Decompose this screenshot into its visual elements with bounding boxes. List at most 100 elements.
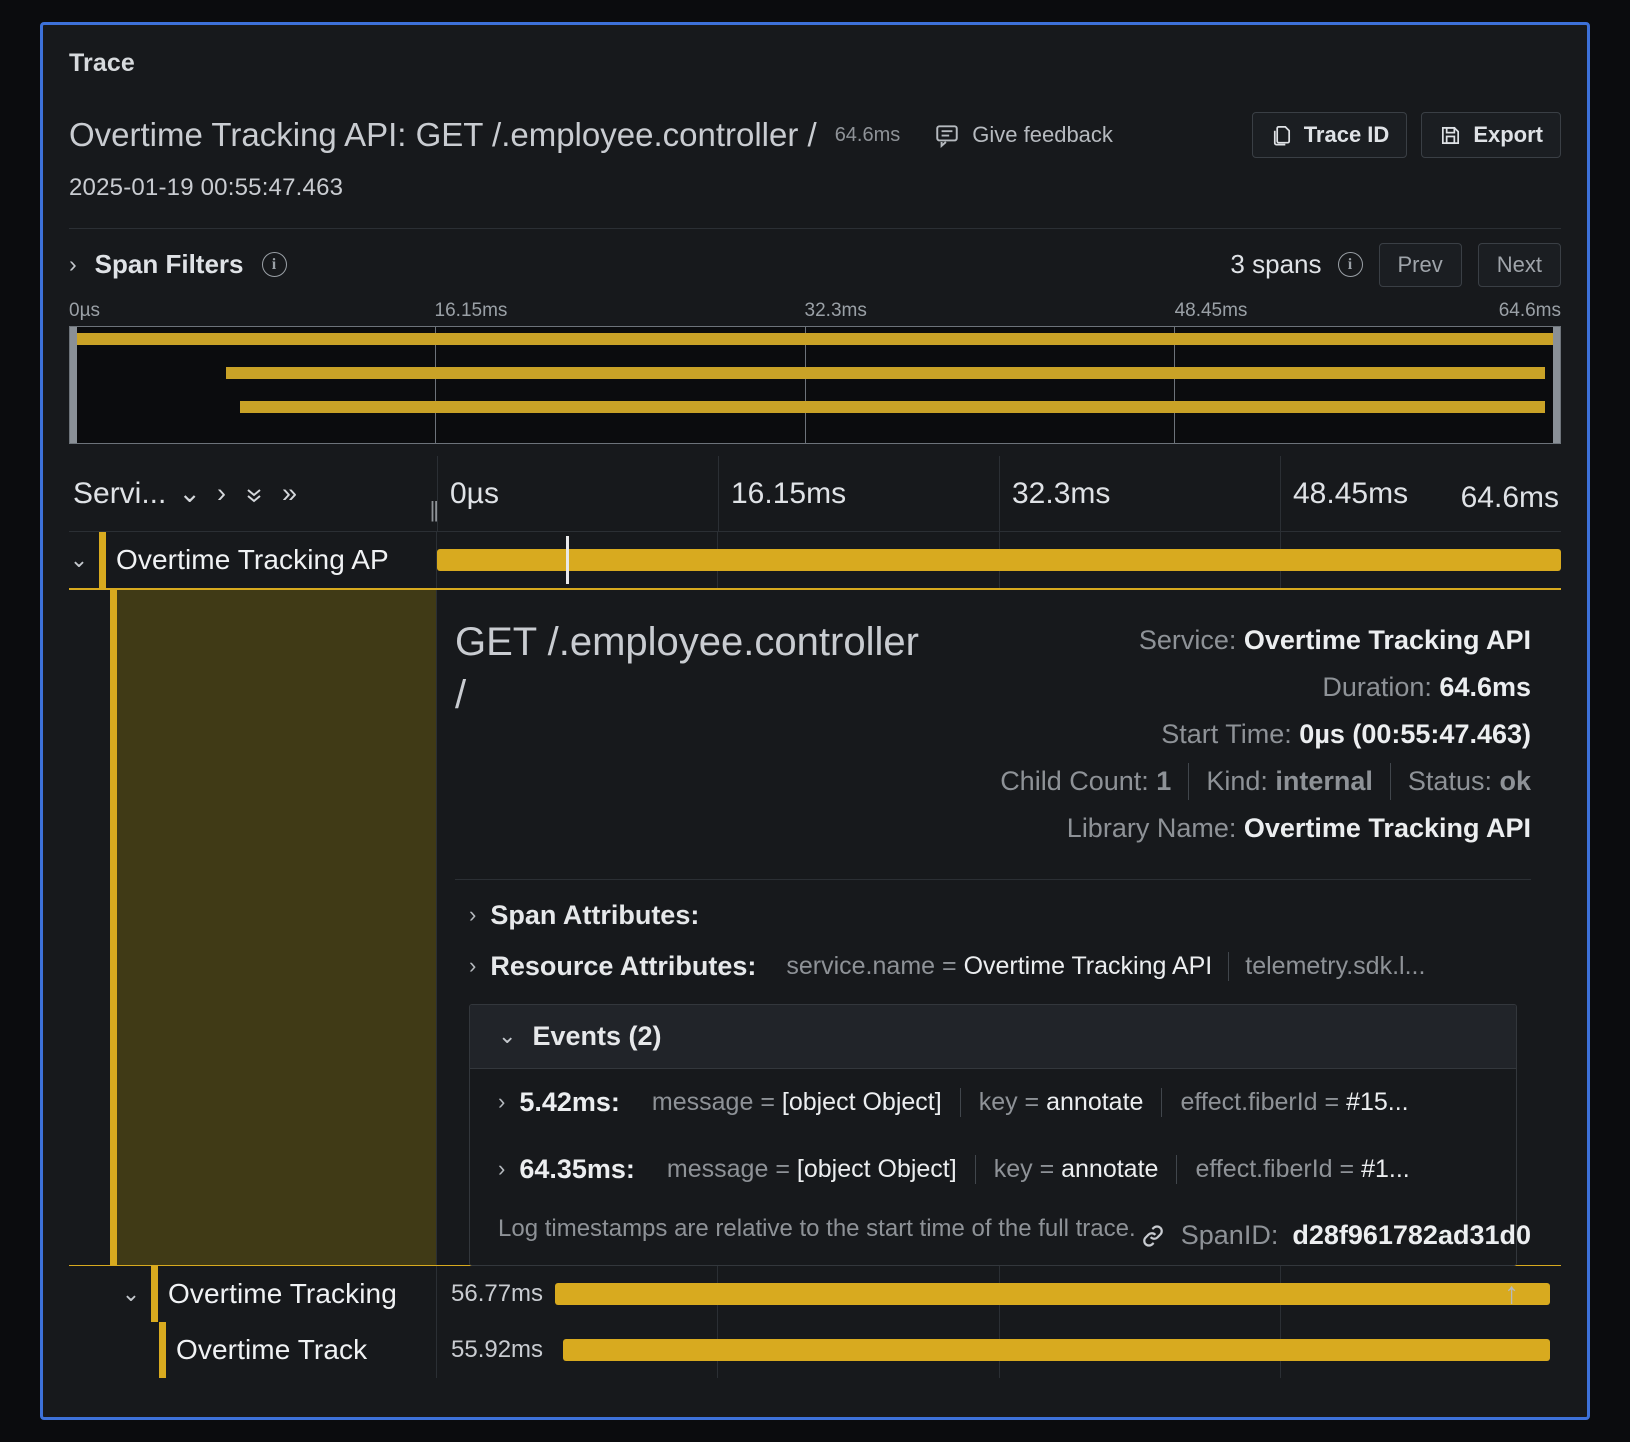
span-table-body: ⌄ Overtime Tracking AP: [69, 532, 1561, 1378]
event-fields: message = [object Object] key = annotate: [634, 1088, 1427, 1117]
chevron-right-icon[interactable]: ›: [213, 478, 230, 509]
span-timeline-cell[interactable]: 56.77ms ↑: [437, 1266, 1561, 1322]
attribute-key: telemetry.sdk.l...: [1245, 952, 1425, 980]
event-row[interactable]: › 5.42ms: message = [object Object] key: [470, 1069, 1516, 1136]
table-row[interactable]: ⌄ Overtime Tracking 56.77ms ↑: [69, 1266, 1561, 1322]
event-field: message = [object Object]: [649, 1155, 975, 1184]
span-name-cell[interactable]: Overtime Track: [69, 1322, 437, 1378]
span-id-label: SpanID:: [1181, 1220, 1279, 1251]
span-name-label: Overtime Track: [176, 1334, 367, 1366]
event-field-eq: =: [1025, 1088, 1040, 1116]
header-actions: Trace ID Export: [1252, 112, 1561, 158]
give-feedback-label: Give feedback: [972, 122, 1113, 148]
chevron-right-icon: ›: [69, 251, 77, 278]
resource-attributes-row[interactable]: › Resource Attributes: service.name = Ov…: [455, 931, 1531, 982]
event-field-eq: =: [775, 1155, 790, 1183]
chevron-down-icon[interactable]: ⌄: [121, 1281, 141, 1307]
link-icon[interactable]: [1139, 1222, 1167, 1250]
chevron-right-icon: ›: [469, 902, 476, 928]
event-field-value: annotate: [1046, 1088, 1143, 1116]
resource-attributes-values: service.name = Overtime Tracking API tel…: [770, 952, 1441, 981]
event-field-eq: =: [760, 1088, 775, 1116]
span-bar: [563, 1339, 1550, 1361]
events-title: Events (2): [532, 1021, 661, 1052]
meta-status: Status: ok: [1390, 763, 1531, 800]
span-timeline-cell[interactable]: 55.92ms: [437, 1322, 1561, 1378]
chevron-down-icon: ⌄: [498, 1023, 516, 1049]
copy-icon: [1270, 124, 1293, 147]
arrow-up-icon[interactable]: ↑: [1504, 1277, 1519, 1311]
span-name-cell[interactable]: ⌄ Overtime Tracking AP: [69, 532, 437, 588]
event-row[interactable]: › 64.35ms: message = [object Object] key: [470, 1136, 1516, 1203]
time-tick-1: 16.15ms: [718, 456, 999, 531]
double-chevron-right-icon[interactable]: »: [278, 478, 301, 509]
minimap-tick-0: 0µs: [69, 300, 100, 322]
give-feedback-button[interactable]: Give feedback: [934, 122, 1113, 148]
service-column-header: Servi... ⌄ › » ||: [69, 456, 437, 531]
span-detail-content: GET /.employee.controller / Service: Ove…: [437, 590, 1561, 1265]
span-attributes-row[interactable]: › Span Attributes:: [455, 880, 1531, 931]
child-count-value: 1: [1156, 766, 1171, 796]
start-time-label: Start Time:: [1161, 719, 1292, 749]
span-timeline-cell[interactable]: [437, 532, 1561, 588]
table-row[interactable]: ⌄ Overtime Tracking AP: [69, 532, 1561, 588]
minimap-tick-1: 16.15ms: [435, 300, 508, 322]
prev-button[interactable]: Prev: [1379, 243, 1462, 287]
trace-header: Trace Overtime Tracking API: GET /.emplo…: [43, 25, 1587, 202]
chevron-down-icon[interactable]: ⌄: [174, 478, 205, 509]
duration-value: 64.6ms: [1439, 672, 1531, 702]
detail-gutter-fill: [117, 590, 436, 1265]
span-count-info-icon[interactable]: i: [1338, 252, 1363, 277]
span-detail-gutter: [69, 590, 437, 1265]
table-row[interactable]: Overtime Track 55.92ms: [69, 1322, 1561, 1378]
span-count: 3 spans: [1230, 249, 1321, 280]
event-field-key: effect.fiberId: [1180, 1088, 1317, 1116]
event-field-key: message: [667, 1155, 768, 1183]
event-field-value: [object Object]: [797, 1155, 957, 1183]
span-duration-label: 55.92ms: [451, 1336, 543, 1364]
info-icon[interactable]: i: [262, 252, 287, 277]
event-field-value: annotate: [1061, 1155, 1158, 1183]
span-table-header: Servi... ⌄ › » || 0µs 16.15ms 32.3ms 48.…: [69, 456, 1561, 532]
chevron-right-icon: ›: [498, 1156, 505, 1182]
event-field: effect.fiberId = #1...: [1176, 1155, 1427, 1184]
event-field-value: #1...: [1361, 1155, 1410, 1183]
export-button[interactable]: Export: [1421, 112, 1561, 158]
meta-service: Service: Overtime Tracking API: [925, 622, 1531, 659]
span-name-label: Overtime Tracking: [168, 1278, 397, 1310]
column-resize-handle[interactable]: ||: [430, 497, 437, 523]
meta-duration: Duration: 64.6ms: [925, 669, 1531, 706]
meta-kind: Kind: internal: [1188, 763, 1390, 800]
service-color-bar: [99, 532, 106, 588]
screenshot-root: Trace Overtime Tracking API: GET /.emplo…: [0, 0, 1630, 1442]
library-value: Overtime Tracking API: [1244, 813, 1531, 843]
section-label: Trace: [69, 49, 1561, 78]
span-filters-toggle[interactable]: › Span Filters i: [69, 249, 287, 280]
minimap-handle-right[interactable]: [1553, 327, 1560, 443]
service-color-bar: [151, 1266, 158, 1322]
attribute-value: Overtime Tracking API: [964, 952, 1213, 980]
meta-library: Library Name: Overtime Tracking API: [925, 810, 1531, 847]
double-chevron-down-icon[interactable]: [238, 482, 270, 506]
service-label: Service:: [1139, 625, 1237, 655]
span-id-row[interactable]: SpanID: d28f961782ad31d0: [1139, 1220, 1531, 1251]
minimap-tick-labels: 0µs 16.15ms 32.3ms 48.45ms 64.6ms: [69, 300, 1561, 326]
status-label: Status:: [1408, 766, 1492, 796]
span-filters-bar: › Span Filters i 3 spans i Prev Next: [69, 228, 1561, 300]
span-name-cell[interactable]: ⌄ Overtime Tracking: [69, 1266, 437, 1322]
event-timestamp: 5.42ms:: [519, 1087, 620, 1118]
chevron-down-icon[interactable]: ⌄: [69, 547, 89, 573]
minimap-handle-left[interactable]: [70, 327, 77, 443]
chevron-right-icon: ›: [469, 953, 476, 979]
next-button[interactable]: Next: [1478, 243, 1561, 287]
trace-id-button[interactable]: Trace ID: [1252, 112, 1408, 158]
library-label: Library Name:: [1067, 813, 1237, 843]
event-field-key: effect.fiberId: [1195, 1155, 1332, 1183]
minimap-bar: [226, 367, 1545, 379]
minimap-bar: [240, 401, 1545, 413]
minimap[interactable]: [69, 326, 1561, 444]
events-header[interactable]: ⌄ Events (2): [470, 1005, 1516, 1069]
event-fields: message = [object Object] key = annotate: [649, 1155, 1428, 1184]
child-count-label: Child Count:: [1000, 766, 1149, 796]
minimap-tick-2: 32.3ms: [805, 300, 867, 322]
